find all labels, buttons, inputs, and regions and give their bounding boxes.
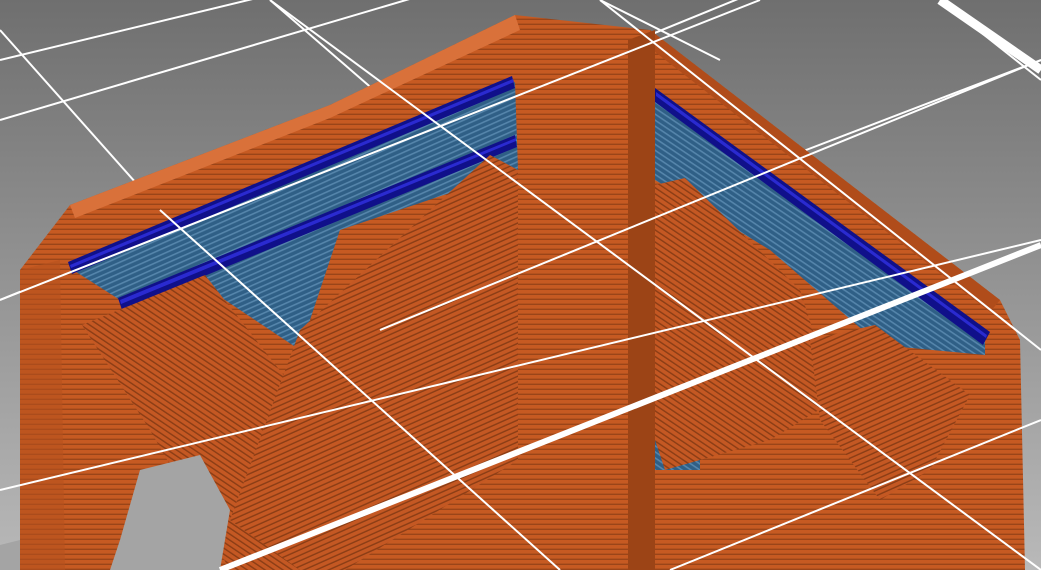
central-pillar-shadow [628,30,655,570]
3d-viewport[interactable] [0,0,1041,570]
left-wall-face [20,260,65,570]
central-pillar [518,40,628,570]
sliced-model-preview[interactable] [0,0,1041,570]
opening-left-edge [0,540,20,570]
